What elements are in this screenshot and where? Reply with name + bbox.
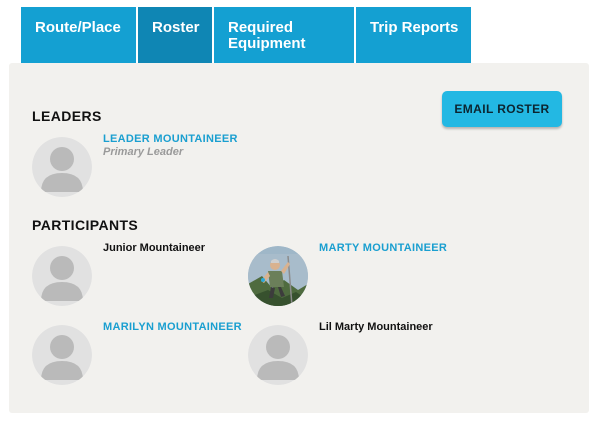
tab-route-place[interactable]: Route/Place: [21, 7, 136, 65]
default-avatar-icon: [248, 325, 308, 385]
tab-roster[interactable]: Roster: [138, 7, 212, 65]
default-avatar-icon: [32, 246, 92, 306]
participants-heading: PARTICIPANTS: [32, 217, 139, 233]
tab-required-equipment[interactable]: Required Equipment: [214, 7, 354, 65]
climber-photo-avatar[interactable]: [248, 246, 308, 306]
participant-name-link[interactable]: MARTY MOUNTAINEER: [319, 242, 447, 254]
tab-label: Trip Reports: [370, 19, 459, 36]
default-avatar-icon[interactable]: [32, 137, 92, 197]
tab-trip-reports[interactable]: Trip Reports: [356, 7, 471, 65]
email-roster-button[interactable]: EMAIL ROSTER: [442, 91, 562, 127]
roster-panel: LEADERS EMAIL ROSTER LEADER MOUNTAINEER …: [9, 63, 589, 413]
tab-label: Required Equipment: [228, 19, 306, 52]
participant-name: Lil Marty Mountaineer: [319, 321, 433, 333]
tab-label: Roster: [152, 19, 200, 36]
leader-role: Primary Leader: [103, 146, 184, 158]
participant-name: Junior Mountaineer: [103, 242, 206, 254]
participant-name-link[interactable]: MARILYN MOUNTAINEER: [103, 321, 242, 333]
default-avatar-icon[interactable]: [32, 325, 92, 385]
leaders-heading: LEADERS: [32, 108, 102, 124]
leader-name-link[interactable]: LEADER MOUNTAINEER: [103, 133, 238, 145]
tab-label: Route/Place: [35, 19, 121, 36]
